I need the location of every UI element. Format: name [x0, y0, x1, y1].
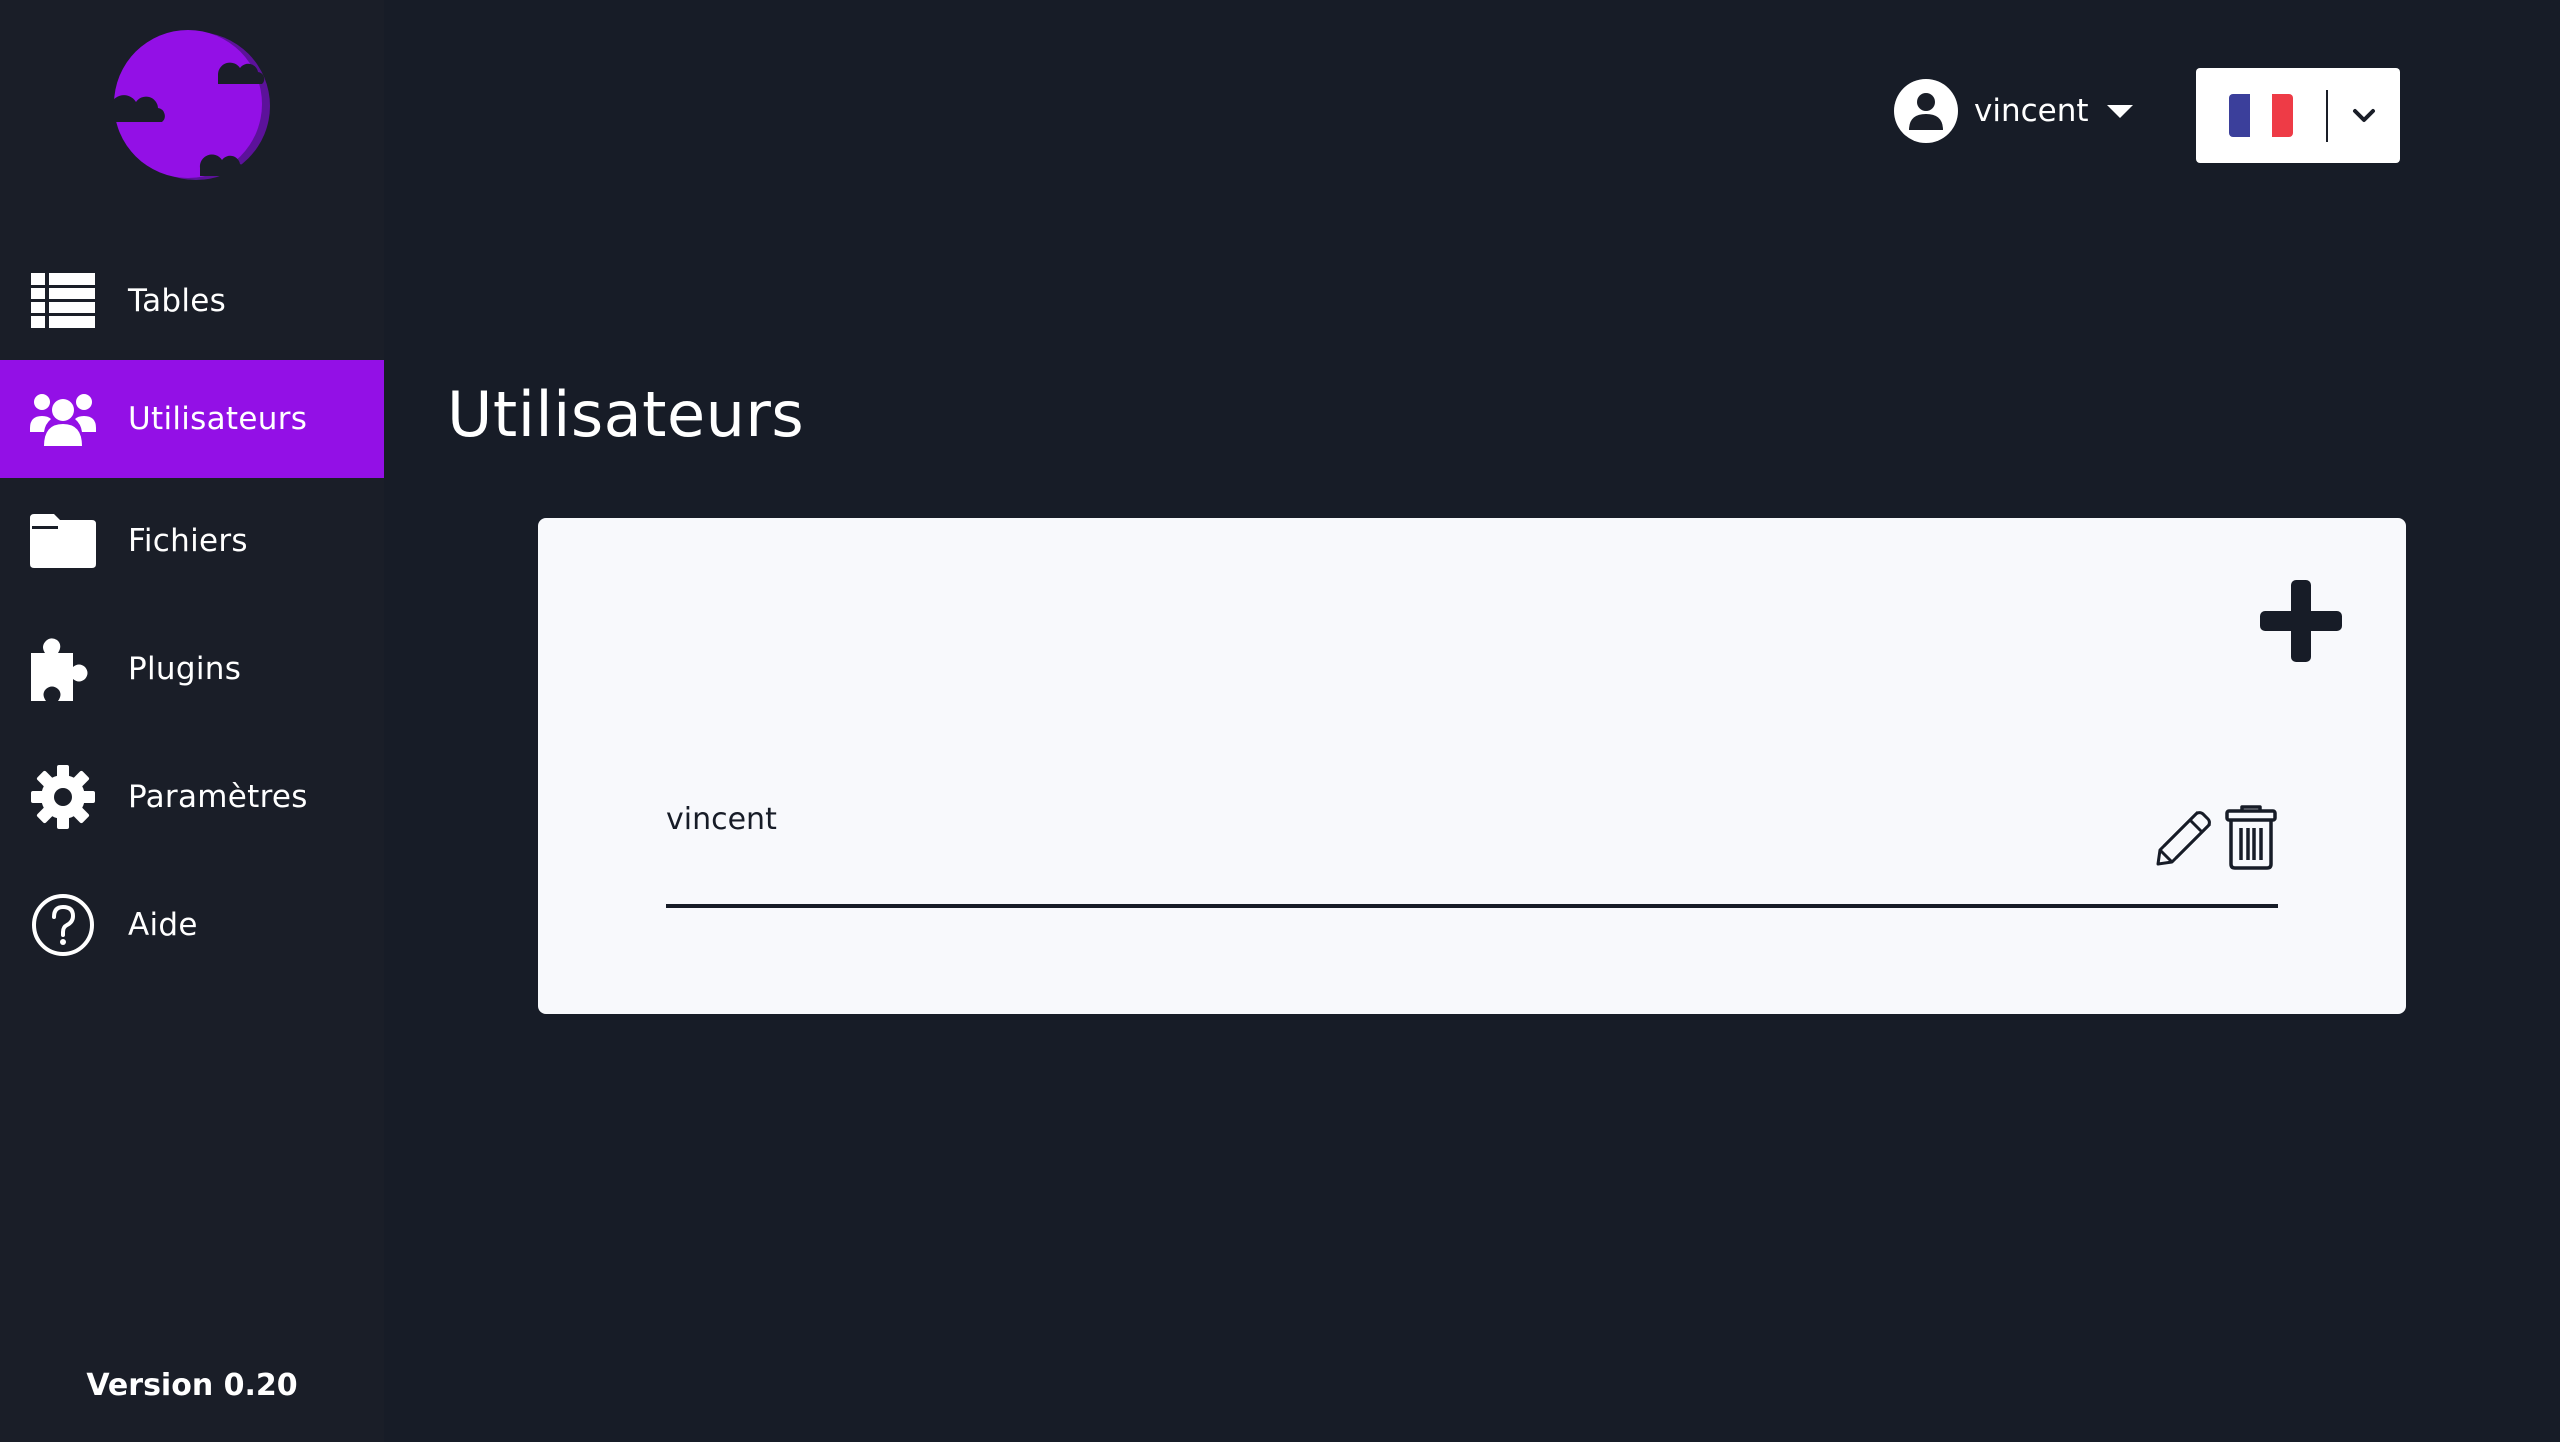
divider — [2326, 90, 2328, 142]
sidebar-item-label: Fichiers — [128, 523, 248, 559]
pencil-edit-icon[interactable] — [2154, 806, 2216, 868]
sidebar-item-label: Aide — [128, 907, 198, 943]
sidebar-item-files[interactable]: Fichiers — [0, 482, 384, 600]
sidebar-item-settings[interactable]: Paramètres — [0, 738, 384, 856]
sidebar-item-label: Utilisateurs — [128, 401, 308, 437]
app: Tables Utilisateurs Fichiers Plugins Par… — [0, 0, 2560, 1442]
sidebar: Tables Utilisateurs Fichiers Plugins Par… — [0, 0, 384, 1442]
table-row: vincent — [666, 768, 2278, 908]
folder-icon — [30, 508, 96, 574]
app-logo[interactable] — [108, 28, 278, 183]
users-card: vincent — [538, 518, 2406, 1014]
puzzle-icon — [30, 636, 96, 702]
add-user-button[interactable] — [2260, 580, 2342, 662]
trash-delete-icon[interactable] — [2224, 804, 2278, 870]
gear-icon — [30, 764, 96, 830]
user-icon — [1909, 93, 1943, 130]
flag-fr-icon — [2229, 94, 2293, 137]
chevron-down-icon[interactable] — [2346, 98, 2382, 134]
language-select[interactable] — [2196, 68, 2400, 163]
sidebar-item-plugins[interactable]: Plugins — [0, 610, 384, 728]
user-menu[interactable]: vincent — [1894, 78, 2133, 144]
user-name: vincent — [1974, 93, 2089, 129]
help-circle-icon — [30, 892, 96, 958]
version-label: Version 0.20 — [86, 1368, 298, 1403]
caret-down-icon — [2106, 104, 2133, 118]
page-title: Utilisateurs — [447, 378, 805, 451]
users-icon — [30, 386, 96, 452]
table-list-icon — [30, 268, 96, 334]
sidebar-item-label: Tables — [128, 283, 227, 319]
sidebar-item-tables[interactable]: Tables — [0, 242, 384, 360]
avatar — [1894, 79, 1958, 143]
sidebar-item-users[interactable]: Utilisateurs — [0, 360, 384, 478]
sidebar-item-label: Plugins — [128, 651, 242, 687]
sidebar-item-label: Paramètres — [128, 779, 308, 815]
sidebar-item-help[interactable]: Aide — [0, 866, 384, 984]
user-row-name: vincent — [666, 802, 777, 837]
